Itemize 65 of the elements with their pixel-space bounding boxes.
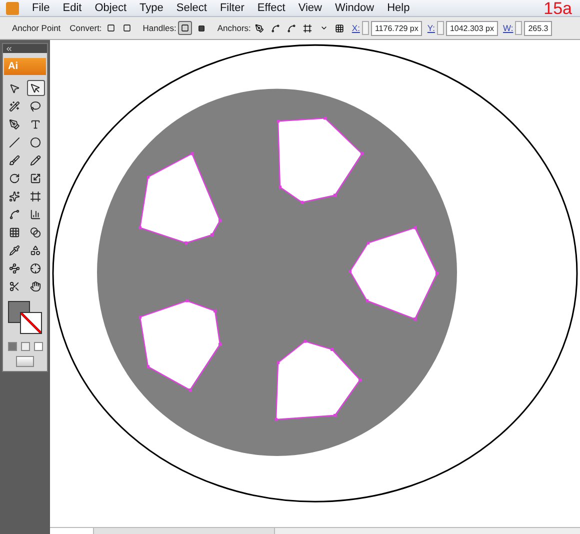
app-icon — [6, 2, 19, 14]
cutout-shape[interactable] — [138, 299, 222, 392]
brush-icon — [9, 154, 20, 166]
coordinate-field[interactable]: 1176.729 px — [370, 20, 422, 36]
coordinate-field[interactable]: 1042.303 px — [446, 20, 498, 36]
cutout-shape[interactable] — [138, 152, 222, 244]
hand-icon — [30, 280, 41, 292]
square-icon — [122, 24, 131, 32]
curve-icon — [271, 24, 280, 32]
ellipse-icon — [30, 136, 41, 148]
curve-icon — [287, 24, 296, 32]
tool-button[interactable] — [26, 80, 44, 96]
coordinate-field[interactable]: 265.3 — [524, 20, 552, 36]
menu-item[interactable]: View — [298, 2, 322, 14]
menu-item[interactable]: Object — [94, 2, 126, 14]
pencil-icon — [30, 154, 41, 166]
line-icon — [9, 136, 20, 148]
caret-icon — [320, 24, 328, 32]
step-annotation: 15a — [544, 0, 572, 17]
pen-icon — [255, 24, 264, 32]
anchors-label: Anchors: — [217, 23, 251, 33]
tool-name: Anchor Point — [12, 23, 61, 33]
eyedropper-icon — [9, 244, 20, 256]
graph-icon — [30, 208, 41, 220]
menu-item[interactable]: File — [32, 2, 50, 14]
menu-item[interactable]: Help — [387, 2, 410, 14]
selection-icon — [9, 82, 20, 94]
field-label: W: — [503, 23, 514, 33]
app-logo: Ai — [4, 58, 46, 75]
cutout-shape[interactable] — [348, 226, 438, 321]
collapse-icon[interactable] — [5, 44, 13, 52]
zoom-field[interactable] — [50, 528, 94, 534]
scissors-icon — [9, 280, 20, 292]
none-mode[interactable] — [34, 342, 42, 351]
magic-wand-icon — [9, 100, 20, 112]
convert-label: Convert: — [70, 23, 102, 33]
show-handles-button[interactable] — [178, 21, 192, 35]
mesh-icon — [9, 226, 20, 238]
color-mode[interactable] — [8, 342, 16, 351]
pen-icon — [9, 118, 20, 130]
grid-icon — [335, 24, 344, 32]
menu-item[interactable]: Select — [176, 2, 207, 14]
gradient-mode[interactable] — [20, 342, 30, 351]
screen-mode-button[interactable] — [16, 356, 34, 367]
menu-item[interactable]: Effect — [257, 2, 286, 14]
fill-stroke-swatches[interactable] — [6, 300, 44, 336]
menu-item[interactable]: Filter — [220, 2, 244, 14]
scale-icon — [30, 172, 41, 184]
lasso-icon — [30, 100, 41, 112]
cutout-shape[interactable] — [276, 116, 364, 204]
square-icon — [181, 24, 190, 32]
menu-item[interactable]: Edit — [62, 2, 82, 14]
menu-item[interactable]: Type — [140, 2, 164, 14]
field-label: Y: — [427, 23, 435, 33]
rotate-icon — [9, 172, 20, 184]
field-label: X: — [352, 23, 360, 33]
frame-icon — [303, 24, 312, 32]
type-icon — [30, 118, 41, 130]
horizontal-scrollbar[interactable] — [274, 528, 580, 534]
cutout-shape[interactable] — [274, 340, 362, 421]
menu-item[interactable]: Window — [334, 2, 374, 14]
square-icon — [106, 24, 115, 32]
handles-label: Handles: — [142, 23, 176, 33]
square-icon — [198, 24, 205, 32]
direct-selection-icon — [30, 82, 41, 94]
